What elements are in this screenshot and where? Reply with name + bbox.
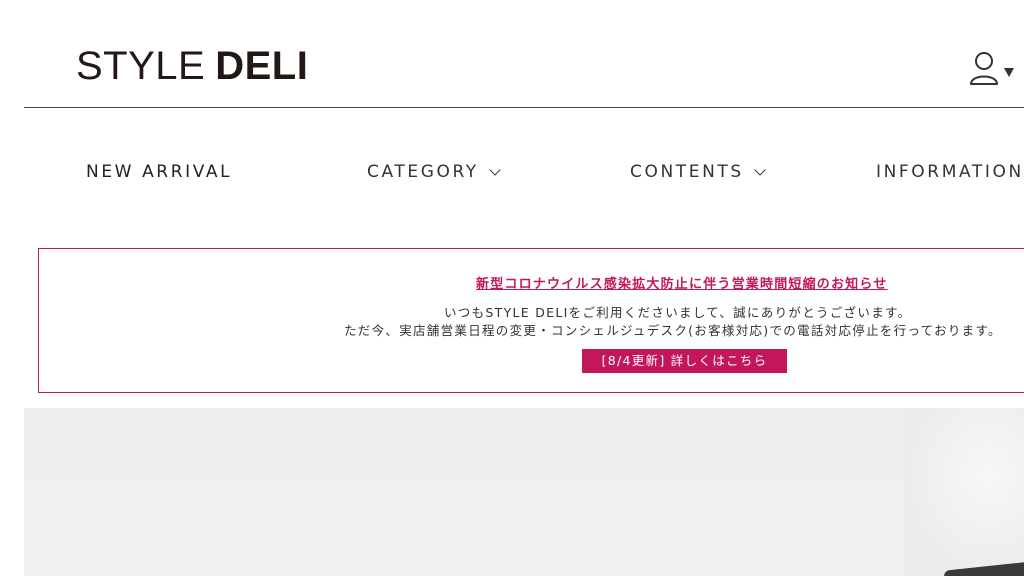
user-account-icon: [970, 52, 998, 85]
nav-item-information[interactable]: INFORMATION: [876, 160, 1024, 184]
account-menu-button[interactable]: [968, 50, 1024, 90]
caret-down-icon: [1004, 68, 1014, 77]
nav-item-new-arrival[interactable]: NEW ARRIVAL: [86, 160, 232, 184]
page: STYLE DELI NEW ARRIVAL CATEGORY CONTENTS …: [0, 0, 1024, 576]
site-logo[interactable]: STYLE DELI: [76, 44, 308, 88]
logo-text-light: STYLE: [76, 44, 206, 88]
notice-text-line: ただ今、実店舗営業日程の変更・コンシェルジュデスク(お客様対応)での電話対応停止…: [344, 323, 1002, 338]
nav-item-label: CONTENTS: [630, 162, 744, 182]
notice-box: 新型コロナウイルス感染拡大防止に伴う営業時間短縮のお知らせ いつもSTYLE D…: [38, 248, 1024, 393]
notice-title-link[interactable]: 新型コロナウイルス感染拡大防止に伴う営業時間短縮のお知らせ: [476, 273, 888, 292]
hero-banner[interactable]: [24, 408, 1024, 576]
notice-text-line: いつもSTYLE DELIをご利用くださいまして、誠にありがとうございます。: [444, 305, 912, 320]
nav-item-category[interactable]: CATEGORY: [367, 160, 501, 184]
hero-image-highlight: [904, 408, 1024, 576]
chevron-down-icon: [754, 163, 766, 176]
global-nav: NEW ARRIVAL CATEGORY CONTENTS INFORMATIO…: [0, 150, 1024, 194]
nav-item-contents[interactable]: CONTENTS: [630, 160, 766, 184]
site-header: STYLE DELI: [24, 0, 1024, 108]
nav-item-label: NEW ARRIVAL: [86, 162, 233, 182]
chevron-down-icon: [489, 163, 501, 176]
nav-item-label: CATEGORY: [367, 162, 479, 182]
logo-text-bold: DELI: [215, 44, 309, 88]
nav-item-label: INFORMATION: [876, 162, 1024, 182]
notice-details-button[interactable]: [8/4更新] 詳しくはこちら: [582, 349, 787, 373]
